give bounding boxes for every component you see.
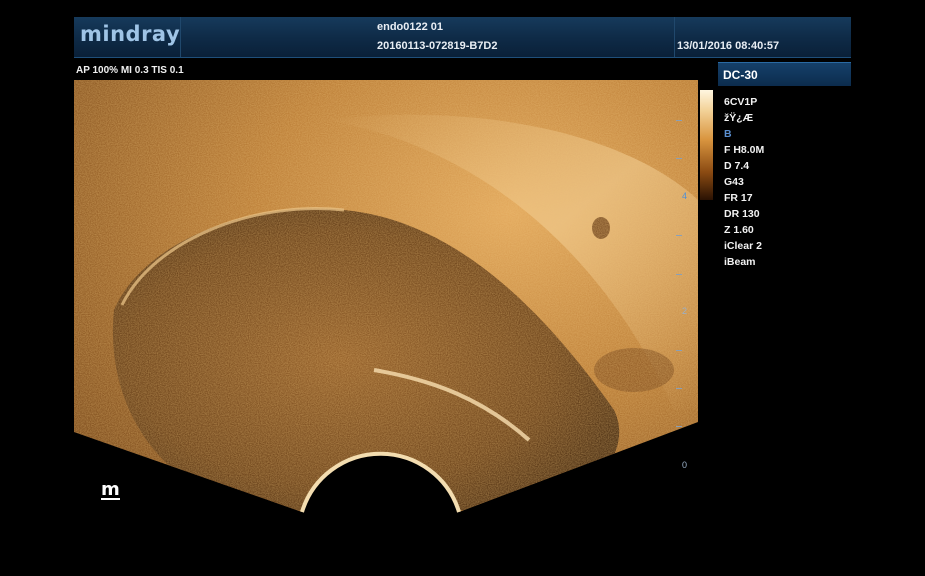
depth-tick [676,120,682,121]
probe-label: 6CV1P [724,96,758,108]
depth-mark-4: 4 [682,191,688,201]
header-bar: mindray endo0122 01 20160113-072819-B7D2… [74,17,851,58]
depth-tick [676,158,682,159]
imaging-mode: B [724,128,732,140]
ultrasound-image [74,80,698,520]
frequency: F H8.0M [724,144,765,156]
depth-tick [676,274,682,275]
frame-rate: FR 17 [724,192,753,204]
orientation-marker-icon: m [101,479,120,500]
ibeam: iBeam [724,256,756,268]
depth-mark-2: 2 [682,306,688,316]
depth-tick [676,388,682,389]
exam-id: 20160113-072819-B7D2 [377,40,498,52]
header-divider [180,17,181,57]
acoustic-output-readout: AP 100% MI 0.3 TIS 0.1 [76,65,184,76]
header-divider [674,17,675,57]
depth-tick [676,350,682,351]
dynamic-range: DR 130 [724,208,760,220]
depth-tick [676,426,682,427]
zoom: Z 1.60 [724,224,754,236]
depth: D 7.4 [724,160,750,172]
iclear: iClear 2 [724,240,762,252]
mode-tab[interactable]: DC-30 [718,62,851,86]
depth-tick [676,235,682,236]
exam-datetime: 13/01/2016 08:40:57 [677,40,780,52]
depth-mark-0: 0 [682,460,688,470]
patient-id: endo0122 01 [377,21,444,33]
depth-scale: 4 2 0 [666,80,694,480]
gain: G43 [724,176,744,188]
grayscale-bar [700,90,713,200]
brand-logo: mindray [80,22,181,46]
exam-preset: žŸ¿Æ [724,112,754,124]
imaging-parameters: 6CV1P žŸ¿Æ B F H8.0M D 7.4 G43 FR 17 DR … [724,94,764,270]
